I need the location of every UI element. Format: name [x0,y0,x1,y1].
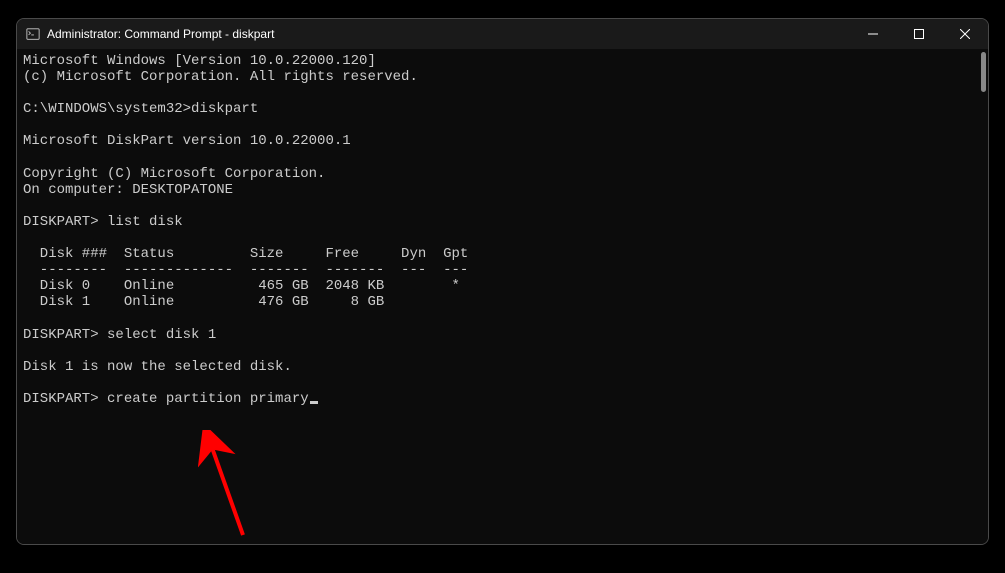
window-controls [850,19,988,49]
scrollbar-thumb[interactable] [981,52,986,92]
terminal-output[interactable]: Microsoft Windows [Version 10.0.22000.12… [17,49,988,544]
window-title: Administrator: Command Prompt - diskpart [47,27,274,41]
minimize-button[interactable] [850,19,896,49]
close-button[interactable] [942,19,988,49]
cmd-icon [25,26,41,42]
maximize-button[interactable] [896,19,942,49]
command-prompt-window: Administrator: Command Prompt - diskpart… [16,18,989,545]
titlebar[interactable]: Administrator: Command Prompt - diskpart [17,19,988,49]
text-cursor [310,401,318,404]
